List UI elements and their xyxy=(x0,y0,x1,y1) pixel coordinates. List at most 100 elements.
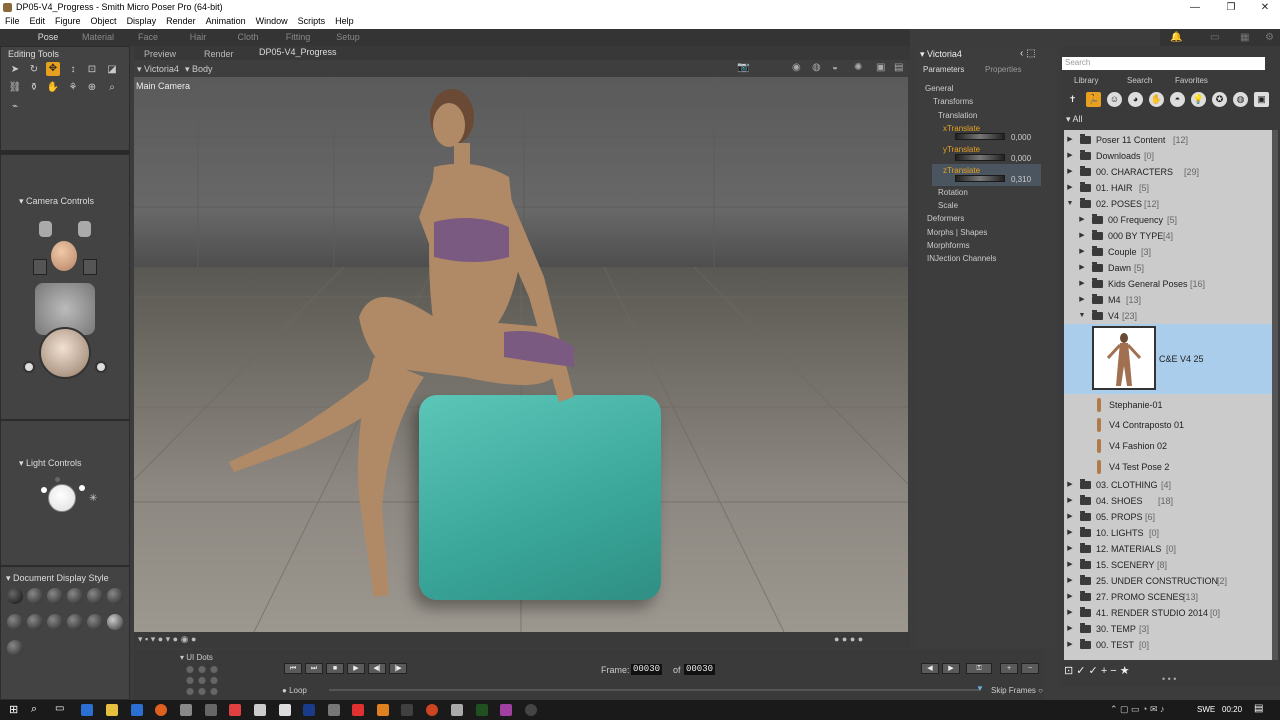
menu-animation[interactable]: Animation xyxy=(201,15,251,26)
param-injection[interactable]: INJection Channels xyxy=(927,254,996,263)
notepad-icon[interactable] xyxy=(279,704,291,716)
translate-icon[interactable]: ✥ xyxy=(46,62,60,76)
app-icon-11[interactable] xyxy=(328,704,340,716)
morphing-tool-icon[interactable]: ⊕ xyxy=(85,81,99,95)
display-cartoon-icon[interactable] xyxy=(27,614,43,630)
list-item[interactable]: ▶ 27. PROMO SCENES [13] xyxy=(1064,589,1272,605)
step-forward-icon[interactable]: |▶ xyxy=(389,663,407,674)
param-scale[interactable]: Scale xyxy=(938,201,958,210)
task-view-icon[interactable]: ▭ xyxy=(55,703,64,714)
list-item[interactable]: ▼ 02. POSES [12] xyxy=(1064,196,1272,212)
tab-cloth[interactable]: Cloth xyxy=(230,32,266,44)
tab-face[interactable]: Face xyxy=(130,32,166,44)
skip-frames-toggle[interactable]: Skip Frames ○ xyxy=(991,686,1043,695)
view-magnifier-icon[interactable]: ⚘ xyxy=(66,81,80,95)
go-to-start-icon[interactable]: ⏮ xyxy=(284,663,302,674)
menu-file[interactable]: File xyxy=(0,15,25,26)
menu-window[interactable]: Window xyxy=(251,15,293,26)
scale-camera-icon[interactable] xyxy=(23,361,35,373)
all-filter[interactable]: ▾ All xyxy=(1066,114,1083,125)
right-hand-camera-icon[interactable] xyxy=(78,221,91,237)
rotate-icon[interactable]: ↻ xyxy=(27,63,41,77)
app-icon-19[interactable] xyxy=(525,704,537,716)
hair-icon[interactable]: ◕ xyxy=(1128,92,1143,107)
tab-hair[interactable]: Hair xyxy=(180,32,216,44)
display-smooth-lined-icon[interactable] xyxy=(107,614,123,630)
param-transforms[interactable]: Transforms xyxy=(933,97,973,106)
tray-icons[interactable]: ⌃ ▢ ▭ ◔ ✉ ♪ xyxy=(1110,704,1165,715)
lights-icon[interactable]: 💡 xyxy=(1191,92,1206,107)
pose-item[interactable]: V4 Contraposto 01 xyxy=(1064,417,1272,433)
menu-display[interactable]: Display xyxy=(122,15,162,26)
floor-style-icon[interactable]: ▾ ▪ ▾ ● ▾ ● ◉ ● xyxy=(138,634,196,645)
poser-taskbar-icon[interactable] xyxy=(426,704,438,716)
list-item[interactable]: ▶ Kids General Poses [16] xyxy=(1064,276,1272,292)
library-more-icon[interactable]: • • • xyxy=(1162,674,1176,684)
add-key-icon[interactable]: + xyxy=(1000,663,1018,674)
tab-search[interactable]: Search xyxy=(1127,76,1152,85)
translate-in-out-icon[interactable]: ↕ xyxy=(66,63,80,77)
cameras-icon[interactable]: ✪ xyxy=(1212,92,1227,107)
poses-icon[interactable]: 🏃 xyxy=(1086,92,1101,107)
ytranslate-value[interactable]: 0,000 xyxy=(1011,154,1031,163)
focal-length-icon[interactable] xyxy=(95,361,107,373)
render-dome-icon[interactable]: ◒ xyxy=(832,62,838,73)
hands-icon[interactable]: ✋ xyxy=(1149,92,1164,107)
menu-scripts[interactable]: Scripts xyxy=(293,15,331,26)
stop-icon[interactable]: ■ xyxy=(326,663,344,674)
camera-snapshot-icon[interactable]: 📷 xyxy=(737,62,749,73)
edge-icon[interactable] xyxy=(81,704,93,716)
xtranslate-dial[interactable] xyxy=(955,133,1005,140)
maximize-icon[interactable]: ❐ xyxy=(1214,0,1248,15)
globe-icon[interactable]: ✺ xyxy=(854,62,862,73)
store-icon[interactable]: ▦ xyxy=(1240,32,1249,43)
list-item[interactable]: ▶ 41. RENDER STUDIO 2014 [0] xyxy=(1064,605,1272,621)
figure-dropdown[interactable]: ▾ Victoria4 xyxy=(137,64,179,75)
scrubber-handle[interactable]: ▼ xyxy=(976,684,984,693)
list-item[interactable]: ▶ 12. MATERIALS [0] xyxy=(1064,541,1272,557)
materials-icon[interactable]: ◍ xyxy=(1233,92,1248,107)
select-arrow-icon[interactable]: ➤ xyxy=(8,63,22,77)
display-silhouette-icon[interactable] xyxy=(7,588,23,604)
ztranslate-dial[interactable] xyxy=(955,175,1005,182)
chain-break-icon[interactable]: ⛓ xyxy=(8,81,22,95)
minimize-icon[interactable]: — xyxy=(1178,0,1212,15)
chat-icon[interactable]: ▭ xyxy=(1210,32,1219,43)
image-icon[interactable]: ▣ xyxy=(876,62,885,73)
step-back-icon[interactable]: ◀| xyxy=(368,663,386,674)
file-explorer-icon[interactable] xyxy=(106,704,118,716)
app-icon-12[interactable] xyxy=(352,704,364,716)
display-flat-shaded-icon[interactable] xyxy=(107,588,123,604)
param-morphs[interactable]: Morphs | Shapes xyxy=(927,228,987,237)
pose-item[interactable]: Stephanie-01 xyxy=(1064,397,1272,413)
display-flat-lined-icon[interactable] xyxy=(7,614,23,630)
ui-dots-grid[interactable] xyxy=(184,664,220,698)
list-item[interactable]: ▶ Dawn [5] xyxy=(1064,260,1272,276)
timeline-scrubber[interactable] xyxy=(329,689,979,691)
list-item[interactable]: ▶ 30. TEMP [3] xyxy=(1064,621,1272,637)
list-item[interactable]: ▶ Couple [3] xyxy=(1064,244,1272,260)
play-icon[interactable]: ▶ xyxy=(347,663,365,674)
app-icon-6[interactable] xyxy=(205,704,217,716)
left-hand-camera-icon[interactable] xyxy=(39,221,52,237)
list-item[interactable]: ▶ 15. SCENERY [8] xyxy=(1064,557,1272,573)
param-rotation[interactable]: Rotation xyxy=(938,188,968,197)
expressions-icon[interactable]: ☺ xyxy=(1107,92,1122,107)
display-wireframe-icon[interactable] xyxy=(47,588,63,604)
param-general[interactable]: General xyxy=(925,84,953,93)
menu-help[interactable]: Help xyxy=(330,15,359,26)
part-dropdown[interactable]: ▾ Body xyxy=(185,64,213,75)
figures-icon[interactable]: ✝ xyxy=(1065,92,1080,107)
tab-fitting[interactable]: Fitting xyxy=(280,32,316,44)
blender-icon[interactable] xyxy=(377,704,389,716)
camera-view-icon[interactable]: ◉ xyxy=(792,62,801,73)
display-hidden-line-icon[interactable] xyxy=(67,588,83,604)
library-scrollbar[interactable] xyxy=(1272,130,1278,660)
taper-icon[interactable]: ◪ xyxy=(105,63,119,77)
tab-favorites[interactable]: Favorites xyxy=(1175,76,1208,85)
params-nav-icon[interactable]: ‹ ⬚ xyxy=(1020,48,1036,59)
app-icon-7[interactable] xyxy=(229,704,241,716)
app-icon-16[interactable] xyxy=(451,704,463,716)
windows-start-icon[interactable]: ⊞ xyxy=(9,703,18,716)
light-sphere-control[interactable] xyxy=(48,484,76,512)
